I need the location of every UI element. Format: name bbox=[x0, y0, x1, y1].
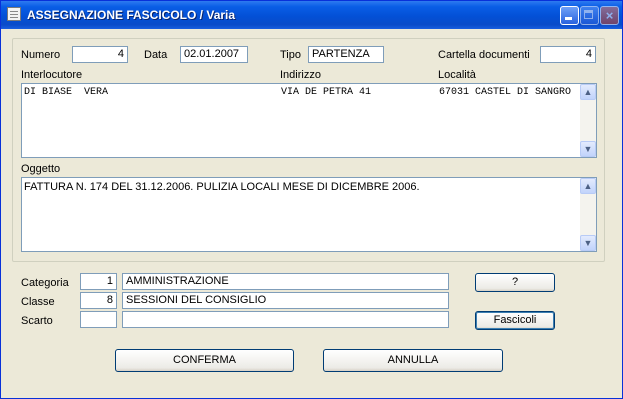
oggetto-scrollbar[interactable]: ▲ ▼ bbox=[580, 178, 596, 251]
window-title: ASSEGNAZIONE FASCICOLO / Varia bbox=[27, 8, 236, 22]
interlocutore-name: DI BIASE VERA bbox=[24, 87, 109, 98]
cartella-documenti-label: Cartella documenti bbox=[438, 49, 530, 61]
scroll-up-icon[interactable]: ▲ bbox=[580, 178, 596, 194]
minimize-icon bbox=[565, 17, 572, 20]
classe-code-field[interactable]: 8 bbox=[80, 292, 117, 309]
interlocutore-list[interactable]: DI BIASE VERA VIA DE PETRA 41 67031 CAST… bbox=[21, 83, 597, 158]
conferma-button[interactable]: CONFERMA bbox=[115, 349, 294, 372]
classe-description-field[interactable]: SESSIONI DEL CONSIGLIO bbox=[122, 292, 449, 309]
localita-column-header: Località bbox=[438, 69, 476, 81]
dialog-window: ASSEGNAZIONE FASCICOLO / Varia × Numero … bbox=[0, 0, 623, 399]
numero-field[interactable]: 4 bbox=[72, 46, 128, 63]
help-button[interactable]: ? bbox=[475, 273, 555, 292]
oggetto-textarea[interactable]: FATTURA N. 174 DEL 31.12.2006. PULIZIA L… bbox=[21, 177, 597, 252]
categoria-description-field[interactable]: AMMINISTRAZIONE bbox=[122, 273, 449, 290]
interlocutore-address: VIA DE PETRA 41 bbox=[281, 87, 372, 98]
oggetto-text: FATTURA N. 174 DEL 31.12.2006. PULIZIA L… bbox=[24, 181, 420, 193]
title-bar[interactable]: ASSEGNAZIONE FASCICOLO / Varia × bbox=[1, 1, 622, 29]
tipo-label: Tipo bbox=[280, 49, 301, 61]
tipo-field[interactable]: PARTENZA bbox=[308, 46, 384, 63]
scroll-down-icon[interactable]: ▼ bbox=[580, 235, 596, 251]
close-icon: × bbox=[605, 8, 614, 23]
data-field[interactable]: 02.01.2007 bbox=[180, 46, 248, 63]
scroll-down-icon[interactable]: ▼ bbox=[580, 141, 596, 157]
cartella-documenti-field[interactable]: 4 bbox=[540, 46, 596, 63]
scarto-code-field[interactable] bbox=[80, 311, 117, 328]
fascicoli-button[interactable]: Fascicoli bbox=[475, 311, 555, 330]
maximize-icon bbox=[584, 10, 593, 19]
close-button[interactable]: × bbox=[600, 6, 619, 25]
indirizzo-column-header: Indirizzo bbox=[280, 69, 321, 81]
document-icon bbox=[7, 7, 21, 21]
interlocutore-locality: 67031 CASTEL DI SANGRO bbox=[439, 87, 572, 98]
categoria-label: Categoria bbox=[21, 277, 69, 289]
data-label: Data bbox=[144, 49, 168, 61]
scarto-label: Scarto bbox=[21, 315, 53, 327]
classe-label: Classe bbox=[21, 296, 55, 308]
scroll-up-icon[interactable]: ▲ bbox=[580, 84, 596, 100]
categoria-code-field[interactable]: 1 bbox=[80, 273, 117, 290]
numero-label: Numero bbox=[21, 49, 61, 61]
scarto-description-field[interactable] bbox=[122, 311, 449, 328]
interlocutore-scrollbar[interactable]: ▲ ▼ bbox=[580, 84, 596, 157]
maximize-button[interactable] bbox=[580, 6, 599, 25]
minimize-button[interactable] bbox=[560, 6, 579, 25]
annulla-button[interactable]: ANNULLA bbox=[323, 349, 503, 372]
oggetto-label: Oggetto bbox=[21, 163, 61, 175]
interlocutore-column-header: Interlocutore bbox=[21, 69, 83, 81]
